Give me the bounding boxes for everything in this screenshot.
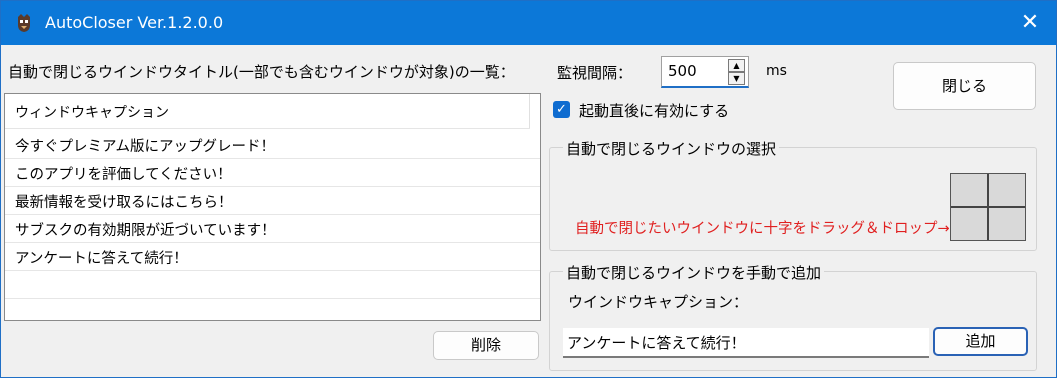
list-item[interactable]: アンケートに答えて続行！ (5, 243, 540, 271)
drag-instruction: 自動で閉じたいウインドウに十字をドラッグ＆ドロップ→ (575, 221, 950, 237)
caption-input-value[interactable]: アンケートに答えて続行！ (567, 332, 746, 353)
crosshair-drag-target[interactable] (950, 173, 1026, 241)
list-item-empty[interactable] (5, 299, 540, 327)
window-title: AutoCloser Ver.1.2.0.0 (45, 13, 224, 32)
interval-value[interactable]: 500 (668, 62, 697, 80)
list-column-header[interactable]: ウィンドウキャプション (5, 94, 530, 129)
list-item[interactable]: サブスクの有効期限が近づいています！ (5, 215, 540, 243)
interval-label: 監視間隔： (557, 64, 633, 82)
interval-spinbox[interactable]: 500 ▲ ▼ (661, 56, 749, 88)
close-button[interactable]: 閉じる (893, 62, 1036, 110)
title-bar[interactable]: AutoCloser Ver.1.2.0.0 ✕ (1, 1, 1056, 45)
app-icon (18, 14, 30, 32)
list-item-text: このアプリを評価してください！ (15, 167, 232, 183)
caption-label: ウインドウキャプション： (568, 293, 749, 311)
list-item[interactable]: このアプリを評価してください！ (5, 159, 540, 187)
column-header-caption: ウィンドウキャプション (15, 105, 169, 121)
window-title-list[interactable]: ウィンドウキャプション 今すぐプレミアム版にアップグレード！ このアプリを評価し… (4, 93, 541, 321)
spin-up-icon[interactable]: ▲ (728, 59, 745, 72)
caption-input[interactable]: アンケートに答えて続行！ (563, 328, 929, 358)
window-list-label: 自動で閉じるウインドウタイトル(一部でも含むウインドウが対象)の一覧： (8, 63, 515, 81)
startup-checkbox-label[interactable]: 起動直後に有効にする (579, 100, 729, 121)
list-item-text: 今すぐプレミアム版にアップグレード！ (15, 139, 275, 155)
list-item-text: アンケートに答えて続行！ (15, 251, 188, 267)
list-item-text: 最新情報を受け取るにはこちら！ (15, 195, 233, 211)
startup-checkbox[interactable]: ✓ (553, 101, 570, 118)
column-separator[interactable] (529, 94, 530, 128)
window-close-icon[interactable]: ✕ (1004, 1, 1056, 45)
list-item[interactable]: 最新情報を受け取るにはこちら！ (5, 187, 540, 215)
client-area: 自動で閉じるウインドウタイトル(一部でも含むウインドウが対象)の一覧： ウィンド… (1, 45, 1056, 377)
window-select-group-title: 自動で閉じるウインドウの選択 (563, 138, 780, 159)
list-item-text: サブスクの有効期限が近づいています！ (15, 223, 276, 239)
app-window: AutoCloser Ver.1.2.0.0 ✕ 自動で閉じるウインドウタイトル… (0, 0, 1057, 378)
manual-add-group-title: 自動で閉じるウインドウを手動で追加 (563, 262, 825, 283)
crosshair-vertical-line (987, 174, 989, 240)
spin-down-icon[interactable]: ▼ (728, 72, 745, 85)
delete-button[interactable]: 削除 (433, 331, 539, 360)
list-item[interactable]: 今すぐプレミアム版にアップグレード！ (5, 131, 540, 159)
list-item-empty[interactable] (5, 271, 540, 299)
add-button[interactable]: 追加 (933, 327, 1028, 356)
interval-unit: ms (766, 63, 787, 79)
